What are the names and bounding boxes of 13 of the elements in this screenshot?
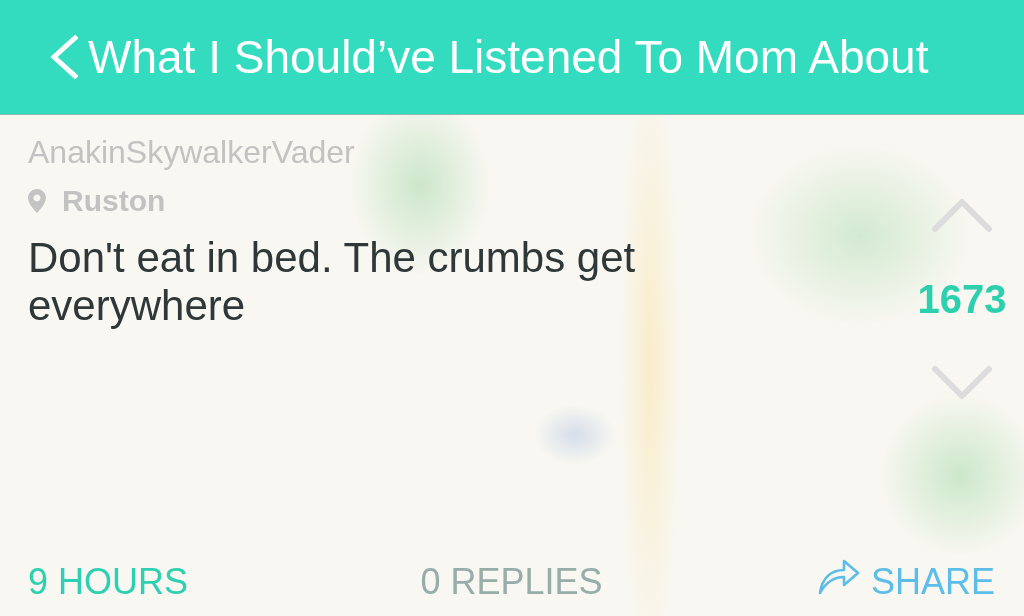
chevron-left-icon (50, 35, 78, 79)
share-button[interactable]: SHARE (816, 562, 995, 602)
chevron-up-icon (931, 197, 993, 233)
post-message: Don't eat in bed. The crumbs get everywhere (28, 234, 637, 330)
post-time: 9 HOURS (28, 562, 189, 602)
replies-link[interactable]: 0 REPLIES (420, 562, 603, 602)
chevron-down-icon (931, 365, 993, 401)
back-button[interactable] (50, 35, 78, 79)
vote-count: 1673 (917, 279, 1007, 319)
upvote-button[interactable] (931, 197, 993, 233)
downvote-button[interactable] (931, 365, 993, 401)
header-title: What I Should’ve Listened To Mom About (88, 31, 929, 83)
location-pin-icon (28, 189, 46, 213)
